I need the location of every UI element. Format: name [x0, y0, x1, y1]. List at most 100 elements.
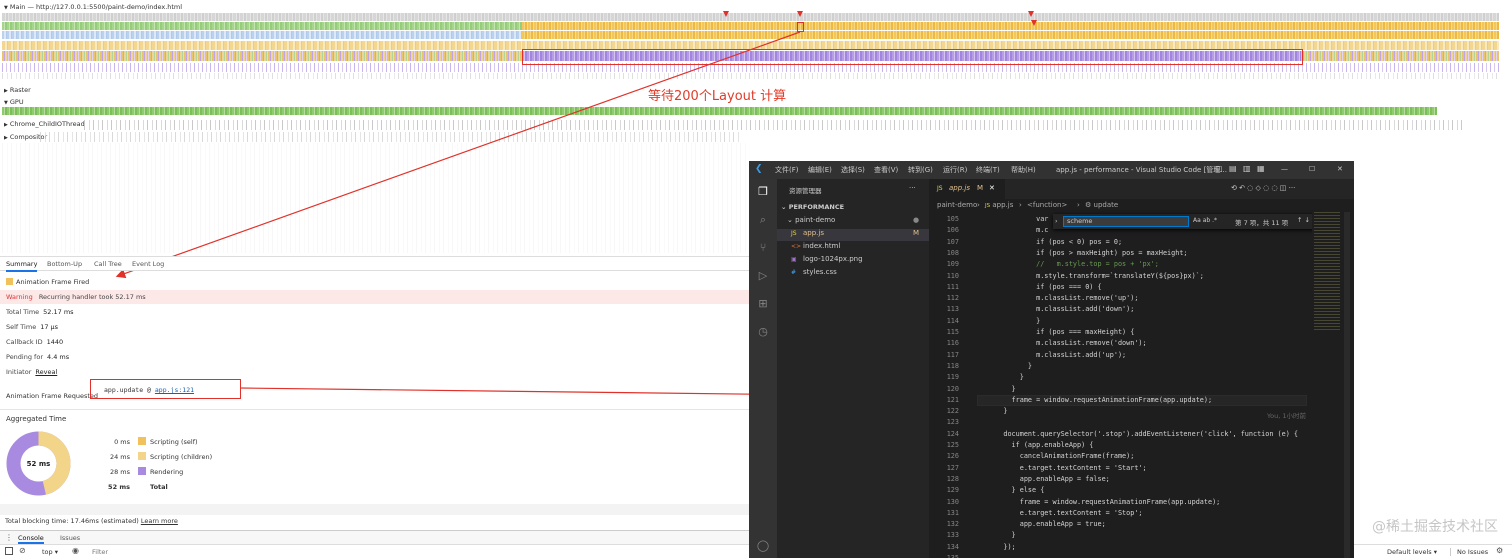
clear-console-icon[interactable]: ⊘	[19, 546, 26, 555]
tab-summary[interactable]: Summary	[6, 260, 38, 272]
layout-toggle-icon[interactable]: ▢	[1215, 164, 1223, 173]
maximize-icon[interactable]: ☐	[1309, 165, 1315, 173]
code-line[interactable]: }	[987, 385, 1016, 393]
drawer-menu-icon[interactable]: ⋮	[5, 533, 13, 542]
code-line[interactable]: }	[987, 317, 1040, 325]
explorer-title: 资源管理器	[789, 187, 822, 195]
file-app-js[interactable]: JS app.js M	[777, 229, 929, 241]
main-function-band-left[interactable]	[2, 41, 522, 50]
account-icon[interactable]: ◯	[756, 539, 770, 553]
editor-tab-app-js[interactable]: JS app.js M ✕	[929, 179, 1005, 199]
run-debug-icon[interactable]: ▷	[756, 269, 770, 283]
menu-edit[interactable]: 编辑(E)	[808, 165, 832, 175]
search-icon[interactable]: ⌕	[756, 213, 770, 227]
find-prev-next-icons[interactable]: ↑ ↓	[1297, 216, 1310, 224]
find-input[interactable]: scheme	[1063, 216, 1189, 227]
learn-more-link[interactable]: Learn more	[141, 517, 178, 525]
code-line[interactable]: cancelAnimationFrame(frame);	[987, 452, 1135, 460]
code-line[interactable]: m.classList.add('down');	[987, 305, 1134, 313]
gpu-track-label[interactable]: ▼ GPU	[4, 98, 24, 106]
remote-icon[interactable]: ◷	[756, 325, 770, 339]
code-line[interactable]: app.enableApp = true;	[987, 520, 1106, 528]
code-line[interactable]: }	[987, 373, 1024, 381]
customize-layout-icon[interactable]: ▦	[1257, 164, 1265, 173]
console-filter-input[interactable]	[92, 547, 692, 557]
close-tab-icon[interactable]: ✕	[989, 184, 995, 192]
more-actions-icon[interactable]: ···	[909, 184, 916, 192]
code-line[interactable]: if (pos === 0) {	[987, 283, 1101, 291]
code-line[interactable]: document.querySelector('.stop').addEvent…	[987, 430, 1298, 438]
long-task-marker[interactable]	[797, 11, 803, 17]
menu-run[interactable]: 运行(R)	[943, 165, 967, 175]
editor-actions-icons[interactable]: ⟲ ↶ ◌ ◇ ◌ ◌ ◫ ···	[1231, 184, 1295, 192]
main-layout-band-left[interactable]	[2, 51, 522, 61]
source-link[interactable]: app.js:121	[155, 386, 194, 394]
code-line[interactable]: if (pos === maxHeight) {	[987, 328, 1134, 336]
menu-go[interactable]: 转到(G)	[908, 165, 933, 175]
code-line[interactable]: var	[987, 215, 1048, 223]
tab-call-tree[interactable]: Call Tree	[94, 260, 122, 268]
explorer-icon[interactable]: ❐	[756, 185, 770, 199]
close-window-icon[interactable]: ✕	[1337, 165, 1343, 173]
context-selector[interactable]: top ▾	[42, 548, 58, 556]
toggle-replace-icon[interactable]: ›	[1055, 217, 1058, 225]
code-line[interactable]: }	[987, 407, 1007, 415]
tab-console[interactable]: Console	[18, 531, 44, 544]
code-line[interactable]: frame = window.requestAnimationFrame(app…	[987, 396, 1213, 404]
code-line[interactable]: }	[987, 531, 1016, 539]
log-levels-dropdown[interactable]: Default levels ▾	[1387, 548, 1437, 556]
code-line[interactable]: });	[987, 543, 1015, 551]
code-line[interactable]: if (pos > maxHeight) pos = maxHeight;	[987, 249, 1187, 257]
code-line[interactable]: if (pos < 0) pos = 0;	[987, 238, 1122, 246]
code-line[interactable]: frame = window.requestAnimationFrame(app…	[987, 498, 1221, 506]
long-task-marker[interactable]	[1028, 11, 1034, 17]
io-thread-track-label[interactable]: ▶ Chrome_ChildIOThread	[4, 120, 85, 128]
find-options-icons[interactable]: Aa ab .*	[1193, 217, 1217, 224]
main-track-label[interactable]: ▼ Main — http://127.0.0.1:5500/paint-demo…	[4, 3, 182, 11]
source-control-icon[interactable]: ⑂	[756, 241, 770, 255]
long-task-marker[interactable]	[1031, 20, 1037, 26]
issues-counter[interactable]: No Issues	[1450, 548, 1488, 556]
minimize-icon[interactable]: —	[1281, 165, 1288, 173]
raster-track-label[interactable]: ▶ Raster	[4, 86, 31, 94]
menu-terminal[interactable]: 终端(T)	[976, 165, 1000, 175]
code-line[interactable]: m.classList.remove('up');	[987, 294, 1138, 302]
tab-issues[interactable]: Issues	[60, 534, 80, 542]
main-function-band[interactable]	[522, 31, 1499, 39]
sidebar-toggle-icon[interactable]	[5, 547, 13, 555]
code-line[interactable]: app.enableApp = false;	[987, 475, 1110, 483]
eye-icon[interactable]: ◉	[72, 546, 79, 555]
main-task-band[interactable]	[2, 13, 1499, 21]
code-line[interactable]: e.target.textContent = 'Stop';	[987, 509, 1143, 517]
long-task-marker[interactable]	[723, 11, 729, 17]
settings-gear-icon[interactable]: ⚙	[1496, 546, 1503, 555]
menu-help[interactable]: 帮助(H)	[1011, 165, 1036, 175]
code-line[interactable]: if (app.enableApp) {	[987, 441, 1094, 449]
code-line[interactable]: m.classList.add('up');	[987, 351, 1126, 359]
code-line[interactable]: // m.style.top = pos + 'px';	[987, 260, 1159, 268]
code-line[interactable]: m.style.transform=`translateY(${pos}px)`…	[987, 272, 1204, 280]
extensions-icon[interactable]: ⊞	[756, 297, 770, 311]
code-line[interactable]: m.classList.remove('down');	[987, 339, 1147, 347]
code-line[interactable]: }	[987, 362, 1032, 370]
panel-toggle-icon[interactable]: ▤	[1229, 164, 1237, 173]
main-scripting-band-left[interactable]	[2, 22, 522, 30]
code-line[interactable]: } else {	[987, 486, 1045, 494]
tab-event-log[interactable]: Event Log	[132, 260, 164, 268]
code-line[interactable]: e.target.textContent = 'Start';	[987, 464, 1147, 472]
main-layout-band-tail[interactable]	[1301, 51, 1499, 61]
workspace-header[interactable]: ⌄ PERFORMANCE	[781, 203, 933, 211]
minimap[interactable]	[1312, 212, 1342, 558]
main-paint-band-left[interactable]	[2, 31, 522, 39]
sidebar-toggle-icon[interactable]: ▥	[1243, 164, 1251, 173]
editor-scrollbar[interactable]	[1344, 212, 1350, 558]
tab-bottom-up[interactable]: Bottom-Up	[47, 260, 82, 268]
gpu-band[interactable]	[2, 107, 1437, 115]
menu-view[interactable]: 查看(V)	[874, 165, 898, 175]
main-scripting-band-right[interactable]	[522, 22, 1499, 30]
reveal-link[interactable]: Reveal	[35, 368, 57, 376]
menu-selection[interactable]: 选择(S)	[841, 165, 865, 175]
menu-file[interactable]: 文件(F)	[775, 165, 799, 175]
code-line[interactable]: m.c	[987, 226, 1048, 234]
folder-paint-demo[interactable]: ⌄ paint-demo ●	[787, 216, 939, 224]
